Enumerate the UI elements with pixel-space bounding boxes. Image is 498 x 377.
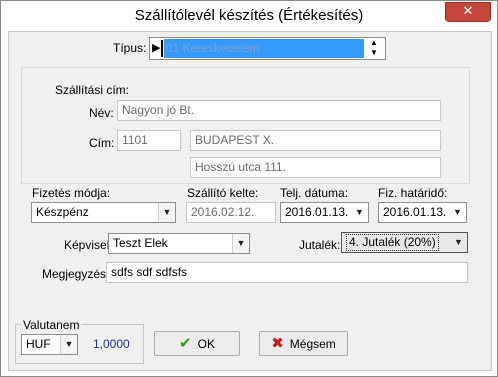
form-panel: Típus: ▶ 01 Kereskedelem ▲ ▼ Szállítási … [8, 31, 492, 371]
title-bar: Szállítólevél készítés (Értékesítés) ✕ [1, 1, 497, 31]
current-row-marker-icon: ▶ [152, 41, 161, 54]
spin-up-icon[interactable]: ▲ [370, 38, 378, 47]
cross-icon: ✖ [271, 334, 284, 352]
text-cursor [161, 40, 163, 57]
commission-label: Jutalék: [299, 238, 341, 252]
payment-deadline-label: Fiz. határidő: [378, 186, 448, 200]
close-button[interactable]: ✕ [445, 2, 491, 22]
type-value: 01 Kereskedelem [166, 41, 260, 55]
ship-date-label: Szállító kelte: [187, 186, 259, 200]
spin-down-icon[interactable]: ▼ [370, 48, 378, 57]
note-field[interactable]: sdfs sdf sdfsfs [106, 262, 468, 283]
commission-select[interactable]: 4. Jutalék (20%) ▼ [341, 232, 468, 253]
street-field[interactable]: Hosszú utca 111. [190, 157, 441, 178]
city-field[interactable]: BUDAPEST X. [190, 130, 441, 151]
payment-method-value: Készpénz [36, 205, 89, 219]
chevron-down-icon[interactable]: ▼ [351, 203, 368, 222]
fulfillment-date-label: Telj. dátuma: [280, 186, 349, 200]
chevron-down-icon[interactable]: ▼ [449, 203, 466, 222]
zip-field[interactable]: 1101 [117, 130, 181, 151]
payment-method-label: Fizetés módja: [32, 186, 111, 200]
type-selector[interactable]: ▶ 01 Kereskedelem ▲ ▼ [149, 37, 386, 60]
cancel-button-label: Mégsem [289, 337, 336, 351]
ok-button-label: OK [197, 337, 215, 351]
window-title: Szállítólevél készítés (Értékesítés) [134, 7, 364, 24]
ok-button[interactable]: ✔ OK [154, 331, 240, 356]
chevron-down-icon[interactable]: ▼ [60, 335, 77, 354]
commission-value: 4. Jutalék (20%) [346, 234, 439, 251]
representative-value: Teszt Elek [113, 236, 168, 250]
currency-value: HUF [26, 337, 51, 351]
address-section-label: Szállítási cím: [55, 83, 130, 97]
payment-deadline-value: 2016.01.13. [383, 205, 447, 219]
chevron-down-icon[interactable]: ▼ [450, 233, 467, 252]
type-spinner[interactable]: ▲ ▼ [366, 38, 384, 58]
payment-deadline-picker[interactable]: 2016.01.13. ▼ [378, 202, 467, 223]
currency-select[interactable]: HUF ▼ [21, 334, 78, 355]
address-label: Cím: [89, 136, 115, 150]
name-field[interactable]: Nagyon jó Bt. [117, 100, 441, 121]
currency-group-label: Valutanem [21, 318, 82, 332]
checkmark-icon: ✔ [179, 334, 192, 352]
cancel-button[interactable]: ✖ Mégsem [259, 331, 348, 356]
payment-method-select[interactable]: Készpénz ▼ [31, 202, 176, 223]
fulfillment-date-value: 2016.01.13. [285, 205, 349, 219]
ship-date-field[interactable]: 2016.02.12. [186, 202, 276, 223]
exchange-rate: 1,0000 [93, 337, 130, 351]
name-label: Név: [89, 106, 114, 120]
dialog-window: Szállítólevél készítés (Értékesítés) ✕ T… [0, 0, 498, 377]
note-label: Megjegyzés: [42, 267, 110, 281]
type-label: Típus: [113, 41, 147, 55]
chevron-down-icon[interactable]: ▼ [158, 203, 175, 222]
representative-select[interactable]: Teszt Elek ▼ [108, 233, 250, 254]
fulfillment-date-picker[interactable]: 2016.01.13. ▼ [280, 202, 369, 223]
type-selected-value: 01 Kereskedelem [164, 39, 364, 58]
chevron-down-icon[interactable]: ▼ [232, 234, 249, 253]
